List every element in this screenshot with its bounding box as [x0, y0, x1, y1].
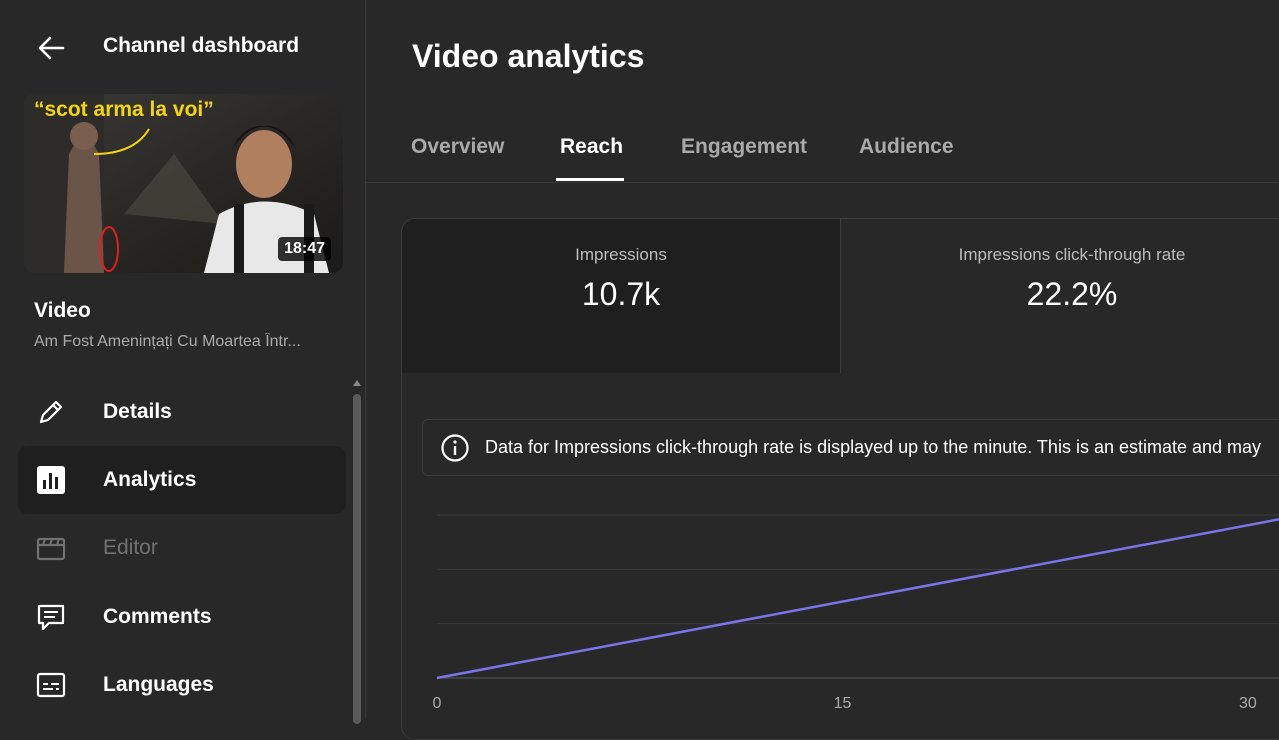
line-chart: 0 15 30: [433, 514, 1279, 712]
nav-label: Editor: [103, 536, 158, 559]
video-label: Video: [34, 299, 91, 322]
x-tick-label: 0: [433, 695, 442, 712]
nav-item-editor[interactable]: Editor: [18, 514, 346, 582]
nav-item-languages[interactable]: Languages: [18, 651, 346, 719]
sidebar-header: Channel dashboard: [0, 0, 365, 94]
nav-label: Analytics: [103, 468, 197, 491]
clapperboard-icon: [36, 537, 66, 561]
comment-icon: [37, 604, 65, 631]
thumbnail-caption: “scot arma la voi”: [34, 98, 214, 121]
analytics-icon: [37, 466, 65, 494]
video-thumbnail[interactable]: “scot arma la voi” 18:47: [24, 94, 343, 273]
sidebar: Channel dashboard “scot arma la voi” 18:…: [0, 0, 366, 724]
analytics-card: Impressions 10.7k Impressions click-thro…: [401, 218, 1279, 740]
tab-engagement[interactable]: Engagement: [681, 135, 807, 159]
nav-label: Comments: [103, 605, 212, 628]
tab-audience[interactable]: Audience: [859, 135, 954, 159]
x-tick-label: 30: [1239, 695, 1257, 712]
pencil-icon: [39, 400, 63, 424]
sidebar-title: Channel dashboard: [103, 34, 300, 57]
duration-badge: 18:47: [278, 237, 331, 261]
nav-item-details[interactable]: Details: [18, 378, 346, 446]
nav-item-comments[interactable]: Comments: [18, 583, 346, 651]
sidebar-scrollbar[interactable]: [352, 380, 362, 724]
scroll-thumb[interactable]: [353, 394, 361, 724]
nav-item-analytics[interactable]: Analytics: [18, 446, 346, 514]
video-title: Am Fost Amenințați Cu Moartea Într...: [34, 333, 301, 350]
active-tab-indicator: [556, 178, 624, 181]
page-title: Video analytics: [412, 38, 645, 74]
series-line: [436, 518, 1279, 680]
nav-label: Languages: [103, 673, 214, 696]
subtitles-icon: [36, 672, 66, 698]
x-tick-label: 15: [834, 695, 852, 712]
main-content: Video analytics Overview Reach Engagemen…: [366, 0, 1279, 740]
scroll-up-arrow-icon[interactable]: [353, 380, 361, 386]
tab-reach[interactable]: Reach: [560, 135, 623, 159]
tab-bar: Overview Reach Engagement Audience: [366, 110, 1279, 183]
tab-overview[interactable]: Overview: [411, 135, 504, 159]
nav-label: Details: [103, 400, 172, 423]
arrow-left-icon: [38, 36, 65, 60]
back-button[interactable]: [33, 30, 69, 66]
